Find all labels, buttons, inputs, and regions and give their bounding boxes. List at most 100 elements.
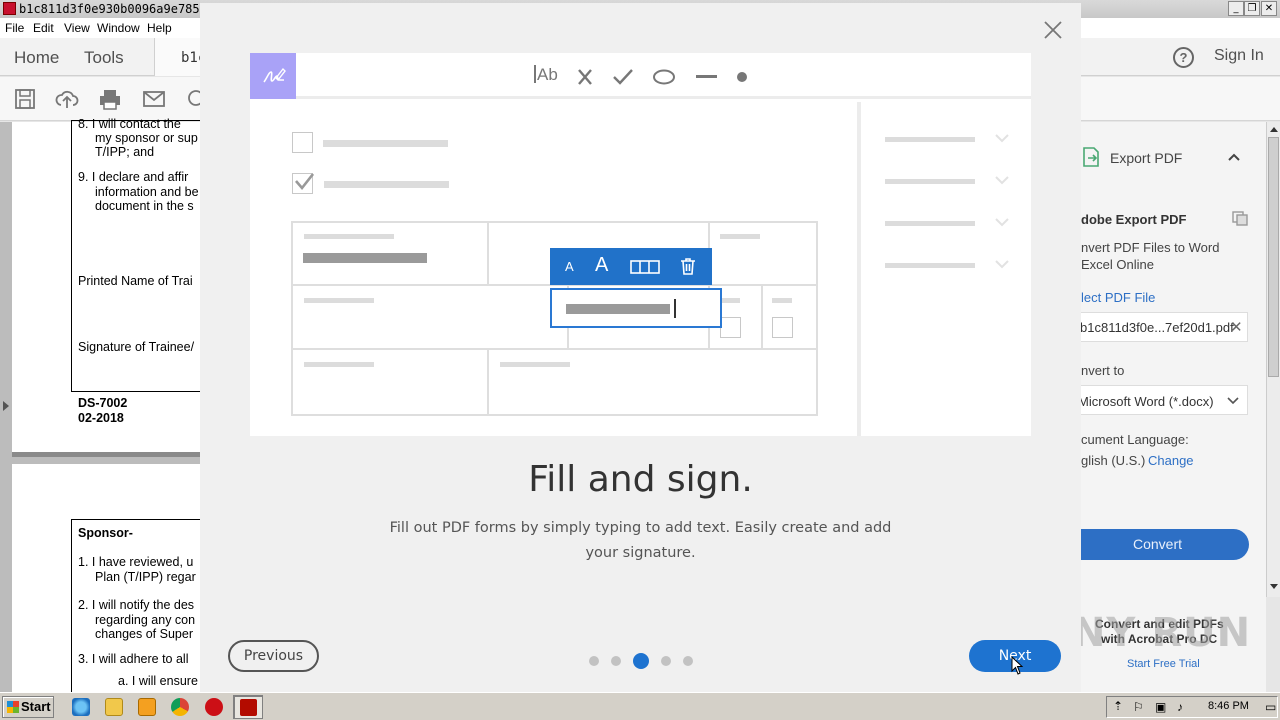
add-text-tool-icon: Ab xyxy=(534,65,558,85)
close-icon[interactable] xyxy=(1042,19,1064,41)
ie-icon[interactable] xyxy=(72,698,90,716)
chevron-up-icon[interactable] xyxy=(1227,152,1241,162)
chrome-icon[interactable] xyxy=(171,698,189,716)
upload-cloud-icon[interactable] xyxy=(55,88,79,110)
field-label-bar xyxy=(304,362,374,367)
mouse-cursor-icon xyxy=(1011,656,1024,675)
doc-line: T/IPP; and xyxy=(95,145,155,159)
close-window-button[interactable]: ✕ xyxy=(1261,1,1277,16)
grid-divider xyxy=(291,348,818,350)
checkbox-checked-icon xyxy=(292,173,314,194)
flag-icon[interactable]: ⚐ xyxy=(1133,700,1144,714)
form-checkbox-icon xyxy=(772,317,793,338)
field-label-bar xyxy=(500,362,570,367)
page-separator xyxy=(12,452,200,457)
panel-description: nvert PDF Files to Word xyxy=(1081,240,1220,255)
language-value: glish (U.S.) xyxy=(1081,453,1146,468)
scroll-down-icon[interactable] xyxy=(1270,584,1278,590)
dot-icon xyxy=(737,72,747,82)
select-pdf-link[interactable]: lect PDF File xyxy=(1081,290,1155,305)
pdf-page-2: Sponsor- 1. I have reviewed, u Plan (T/I… xyxy=(12,464,212,699)
placeholder-bar xyxy=(885,221,975,226)
grid-divider xyxy=(761,284,763,349)
export-pdf-title[interactable]: Export PDF xyxy=(1110,150,1182,166)
vertical-scrollbar[interactable] xyxy=(1266,122,1280,597)
opera-icon[interactable] xyxy=(205,698,223,716)
menu-edit[interactable]: Edit xyxy=(33,21,54,35)
ellipse-icon xyxy=(653,69,675,85)
menu-help[interactable]: Help xyxy=(147,21,172,35)
save-icon[interactable] xyxy=(14,88,38,110)
format-selected-value: Microsoft Word (*.docx) xyxy=(1078,394,1214,409)
help-icon[interactable]: ? xyxy=(1173,47,1194,68)
trash-icon xyxy=(681,258,695,275)
line-icon xyxy=(696,75,717,78)
search-icon[interactable] xyxy=(186,88,200,110)
left-panel-toggle-icon[interactable] xyxy=(2,400,10,412)
chevron-down-icon xyxy=(995,176,1009,185)
media-player-icon[interactable] xyxy=(138,698,156,716)
doc-line: information and be xyxy=(95,185,199,199)
comb-field-icon xyxy=(630,260,660,274)
tools-right-panel: Export PDF dobe Export PDF nvert PDF Fil… xyxy=(1071,122,1266,692)
doc-section-heading: Sponsor- xyxy=(78,526,133,540)
tray-expand-icon[interactable]: ⇡ xyxy=(1113,699,1123,713)
change-language-link[interactable]: Change xyxy=(1148,453,1194,468)
convert-button[interactable]: Convert xyxy=(1066,529,1249,560)
doc-line: regarding any con xyxy=(95,613,196,627)
text-format-floating-bar: A A xyxy=(550,248,712,285)
pager-dot[interactable] xyxy=(589,656,599,666)
placeholder-bar xyxy=(885,263,975,268)
doc-line: Plan (T/IPP) regar xyxy=(95,570,196,584)
acrobat-app-icon xyxy=(3,2,16,15)
tab-tools[interactable]: Tools xyxy=(84,48,124,68)
pager-dot[interactable] xyxy=(683,656,693,666)
window-title: b1c811d3f0e930b0096a9e785f7 xyxy=(19,2,215,16)
scroll-up-icon[interactable] xyxy=(1270,126,1278,132)
grid-divider xyxy=(487,348,489,416)
placeholder-bar xyxy=(323,140,448,147)
show-desktop-icon[interactable]: ▭ xyxy=(1265,700,1276,714)
network-icon[interactable]: ▣ xyxy=(1155,700,1166,714)
decrease-font-icon: A xyxy=(565,259,574,274)
form-date: 02-2018 xyxy=(78,411,124,425)
scrollbar-thumb[interactable] xyxy=(1268,137,1279,377)
menu-window[interactable]: Window xyxy=(97,21,140,35)
pager-dot[interactable] xyxy=(661,656,671,666)
convert-to-label: nvert to xyxy=(1081,363,1125,378)
acrobat-icon xyxy=(240,699,257,716)
remove-file-icon[interactable]: ✕ xyxy=(1230,318,1243,336)
print-icon[interactable] xyxy=(98,88,122,110)
info-icon[interactable] xyxy=(1231,210,1249,226)
export-pdf-icon xyxy=(1083,147,1099,167)
sign-in-link[interactable]: Sign In xyxy=(1214,47,1264,65)
pager-dot-active[interactable] xyxy=(633,653,649,669)
pager-dot[interactable] xyxy=(611,656,621,666)
acrobat-taskbar-button[interactable] xyxy=(233,695,263,719)
field-label-bar xyxy=(772,298,792,303)
increase-font-icon: A xyxy=(595,254,609,276)
previous-button[interactable]: Previous xyxy=(228,640,319,672)
doc-line: 1. I have reviewed, u xyxy=(78,555,194,569)
selected-file-field[interactable]: b1c811d3f0e...7ef20d1.pdf ✕ xyxy=(1071,312,1248,342)
menu-file[interactable]: File xyxy=(5,21,24,35)
start-button[interactable]: Start xyxy=(2,696,54,718)
cross-mark-icon xyxy=(578,69,592,85)
email-icon[interactable] xyxy=(142,88,166,110)
doc-line: a. I will ensure th xyxy=(118,674,212,688)
menu-view[interactable]: View xyxy=(64,21,90,35)
maximize-button[interactable]: ❐ xyxy=(1244,1,1260,16)
start-free-trial-link[interactable]: Start Free Trial xyxy=(1127,658,1200,670)
field-label-bar xyxy=(720,234,760,239)
field-value-bar xyxy=(303,253,427,263)
volume-icon[interactable]: ♪ xyxy=(1177,700,1183,714)
doc-line: 2. I will notify the des xyxy=(78,598,195,612)
folder-icon[interactable] xyxy=(105,698,123,716)
text-caret xyxy=(674,299,676,318)
doc-line: 3. I will adhere to all xyxy=(78,652,189,666)
minimize-button[interactable]: _ xyxy=(1228,1,1244,16)
format-select[interactable]: Microsoft Word (*.docx) xyxy=(1071,385,1248,415)
tab-home[interactable]: Home xyxy=(14,48,59,68)
chevron-down-icon xyxy=(1227,397,1239,405)
illustration-side-panel xyxy=(865,102,1031,436)
